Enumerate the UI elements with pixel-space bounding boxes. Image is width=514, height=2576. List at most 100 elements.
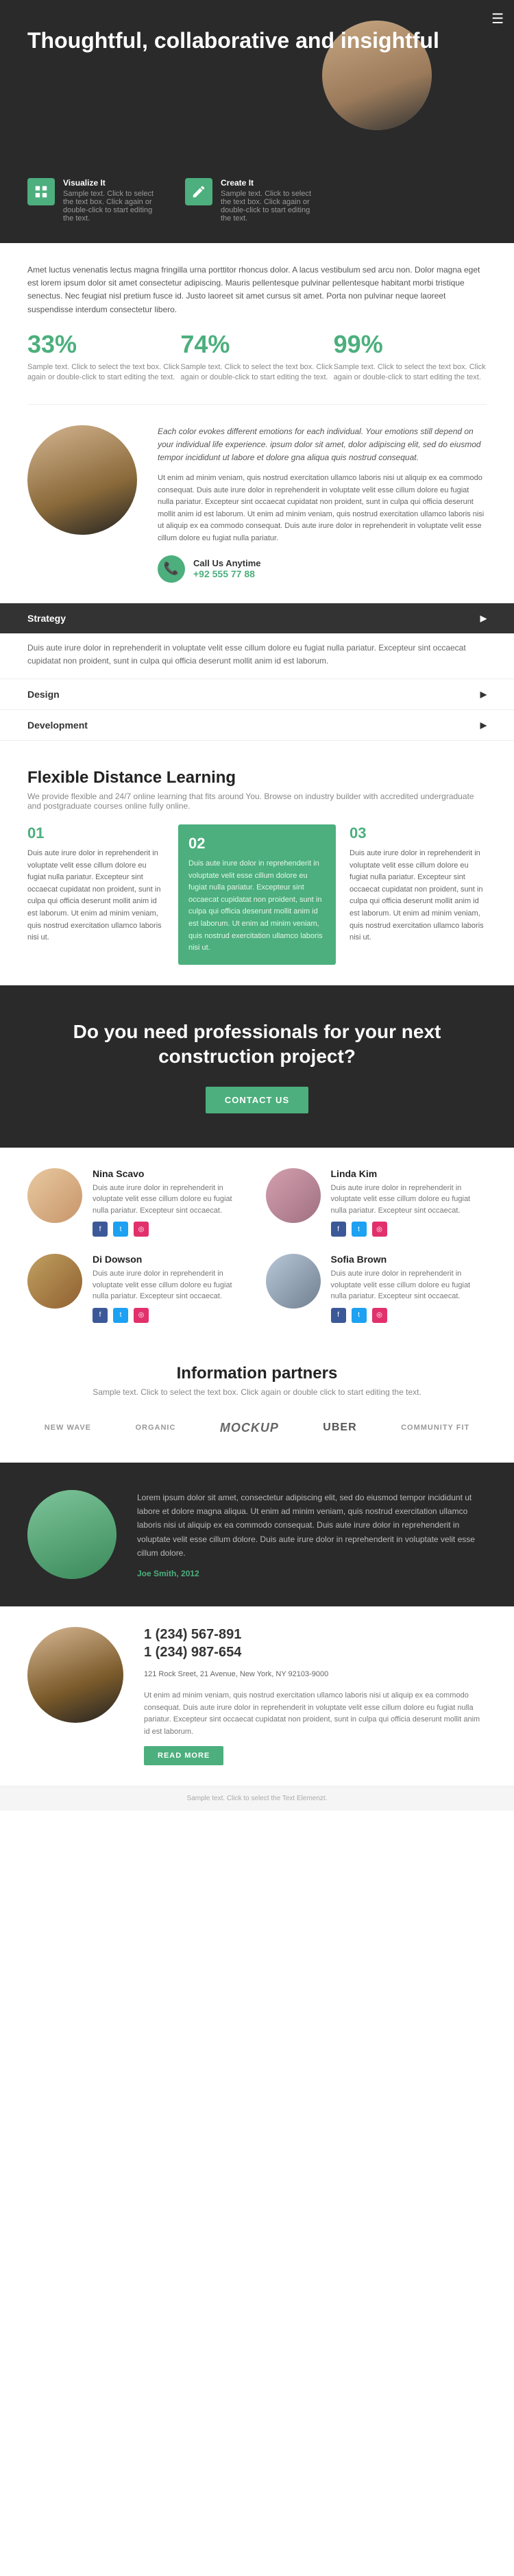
testimonial-author: Joe Smith, 2012 <box>137 1569 487 1578</box>
learning-col-num-1: 02 <box>188 835 326 853</box>
learning-col-text-0: Duis aute irure dolor in reprehenderit i… <box>27 848 164 944</box>
partners-logos: NEW WAVE ORGANIC Mockup Uber COMMUNITY F… <box>27 1414 487 1442</box>
social-icons-3: f t ◎ <box>331 1308 487 1323</box>
learning-col-text-1: Duis aute irure dolor in reprehenderit i… <box>188 858 326 955</box>
team-card-2: Di Dowson Duis aute irure dolor in repre… <box>27 1254 249 1323</box>
stat-number-2: 99% <box>334 330 487 359</box>
partner-logo-2: Mockup <box>220 1421 279 1435</box>
member-name-3: Sofia Brown <box>331 1254 487 1265</box>
stat-desc-1: Sample text. Click to select the text bo… <box>180 362 333 383</box>
contact-phone-1: 1 (234) 567-891 <box>144 1627 487 1643</box>
feature-item-0: Visualize It Sample text. Click to selec… <box>27 178 164 223</box>
team-photo-3 <box>266 1254 321 1309</box>
features-row: Visualize It Sample text. Click to selec… <box>0 164 514 243</box>
stat-item-2: 99% Sample text. Click to select the tex… <box>334 330 487 383</box>
twitter-icon-2[interactable]: t <box>113 1308 128 1323</box>
team-photo-2 <box>27 1254 82 1309</box>
stats-section: Amet luctus venenatis lectus magna fring… <box>0 243 514 404</box>
instagram-icon-3[interactable]: ◎ <box>372 1308 387 1323</box>
team-photo-1 <box>266 1168 321 1223</box>
stat-desc-2: Sample text. Click to select the text bo… <box>334 362 487 383</box>
hero-text: Thoughtful, collaborative and insightful <box>27 27 487 67</box>
facebook-icon-0[interactable]: f <box>93 1222 108 1237</box>
accordion-header-development[interactable]: Development ▶ <box>0 710 514 740</box>
testimonial-quote: Lorem ipsum dolor sit amet, consectetur … <box>137 1491 487 1561</box>
accordion-arrow-strategy: ▶ <box>480 614 487 623</box>
testimonial-section: Lorem ipsum dolor sit amet, consectetur … <box>0 1463 514 1606</box>
instagram-icon-2[interactable]: ◎ <box>134 1308 149 1323</box>
learning-col-text-2: Duis aute irure dolor in reprehenderit i… <box>350 848 487 944</box>
stats-body-text: Amet luctus venenatis lectus magna fring… <box>27 264 487 316</box>
learning-columns: 01 Duis aute irure dolor in reprehenderi… <box>27 824 487 965</box>
learning-subtitle: We provide flexible and 24/7 online lear… <box>27 792 487 811</box>
team-info-1: Linda Kim Duis aute irure dolor in repre… <box>331 1168 487 1237</box>
contact-address: 121 Rock Sreet, 21 Avenue, New York, NY … <box>144 1669 487 1680</box>
contact-us-button[interactable]: CONTACT US <box>206 1087 308 1113</box>
facebook-icon-3[interactable]: f <box>331 1308 346 1323</box>
contact-info: 1 (234) 567-891 1 (234) 987-654 121 Rock… <box>144 1627 487 1766</box>
facebook-icon-2[interactable]: f <box>93 1308 108 1323</box>
profile-section: Each color evokes different emotions for… <box>0 405 514 603</box>
profile-circle-image <box>27 425 137 535</box>
twitter-icon-3[interactable]: t <box>352 1308 367 1323</box>
member-name-1: Linda Kim <box>331 1168 487 1179</box>
accordion-header-design[interactable]: Design ▶ <box>0 679 514 709</box>
partner-logo-3: Uber <box>323 1422 356 1434</box>
partners-subtitle: Sample text. Click to select the text bo… <box>27 1387 487 1397</box>
contact-phone-2: 1 (234) 987-654 <box>144 1645 487 1660</box>
team-card-0: Nina Scavo Duis aute irure dolor in repr… <box>27 1168 249 1237</box>
accordion-title-design: Design <box>27 689 60 700</box>
call-number: +92 555 77 88 <box>193 568 261 579</box>
hero-section: Thoughtful, collaborative and insightful… <box>0 0 514 164</box>
team-card-1: Linda Kim Duis aute irure dolor in repre… <box>266 1168 487 1237</box>
instagram-icon-0[interactable]: ◎ <box>134 1222 149 1237</box>
testimonial-content: Lorem ipsum dolor sit amet, consectetur … <box>137 1491 487 1578</box>
member-desc-3: Duis aute irure dolor in reprehenderit i… <box>331 1268 487 1302</box>
profile-content: Each color evokes different emotions for… <box>158 425 487 583</box>
social-icons-1: f t ◎ <box>331 1222 487 1237</box>
hamburger-menu[interactable]: ☰ <box>491 10 504 27</box>
profile-intro-text: Each color evokes different emotions for… <box>158 425 487 465</box>
facebook-icon-1[interactable]: f <box>331 1222 346 1237</box>
profile-body-text: Ut enim ad minim veniam, quis nostrud ex… <box>158 472 487 545</box>
feature-item-1: Create It Sample text. Click to select t… <box>185 178 322 223</box>
team-info-0: Nina Scavo Duis aute irure dolor in repr… <box>93 1168 249 1237</box>
team-photo-0 <box>27 1168 82 1223</box>
stat-number-0: 33% <box>27 330 180 359</box>
accordion-arrow-design: ▶ <box>480 690 487 699</box>
call-label: Call Us Anytime <box>193 558 261 568</box>
read-more-button[interactable]: READ MORE <box>144 1746 223 1765</box>
stat-desc-0: Sample text. Click to select the text bo… <box>27 362 180 383</box>
profile-image-wrap <box>27 425 137 535</box>
learning-col-2: 03 Duis aute irure dolor in reprehenderi… <box>350 824 487 965</box>
accordion-item-1: Design ▶ <box>0 679 514 710</box>
accordion-header-strategy[interactable]: Strategy ▶ <box>0 603 514 633</box>
team-section: Nina Scavo Duis aute irure dolor in repr… <box>0 1148 514 1343</box>
team-info-3: Sofia Brown Duis aute irure dolor in rep… <box>331 1254 487 1323</box>
learning-col-1: 02 Duis aute irure dolor in reprehenderi… <box>178 824 336 965</box>
team-info-2: Di Dowson Duis aute irure dolor in repre… <box>93 1254 249 1323</box>
feature-label-0: Visualize It <box>63 178 164 188</box>
phone-icon: 📞 <box>158 555 185 583</box>
twitter-icon-1[interactable]: t <box>352 1222 367 1237</box>
partner-logo-1: ORGANIC <box>135 1424 175 1432</box>
call-box: 📞 Call Us Anytime +92 555 77 88 <box>158 555 487 583</box>
member-name-2: Di Dowson <box>93 1254 249 1265</box>
strategy-section: Strategy ▶ Duis aute irure dolor in repr… <box>0 603 514 748</box>
instagram-icon-1[interactable]: ◎ <box>372 1222 387 1237</box>
social-icons-2: f t ◎ <box>93 1308 249 1323</box>
accordion-title-strategy: Strategy <box>27 613 66 624</box>
cta-title: Do you need professionals for your next … <box>27 1020 487 1070</box>
footer: Sample text. Click to select the Text El… <box>0 1786 514 1810</box>
partners-title: Information partners <box>27 1364 487 1383</box>
member-desc-1: Duis aute irure dolor in reprehenderit i… <box>331 1183 487 1217</box>
partner-logo-4: COMMUNITY FIT <box>401 1424 469 1432</box>
accordion-item-0: Strategy ▶ Duis aute irure dolor in repr… <box>0 603 514 679</box>
contact-text: Ut enim ad minim veniam, quis nostrud ex… <box>144 1690 487 1738</box>
twitter-icon-0[interactable]: t <box>113 1222 128 1237</box>
cta-banner: Do you need professionals for your next … <box>0 985 514 1148</box>
feature-label-1: Create It <box>221 178 322 188</box>
learning-col-num-0: 01 <box>27 824 164 842</box>
testimonial-photo <box>27 1490 117 1579</box>
stat-number-1: 74% <box>180 330 333 359</box>
